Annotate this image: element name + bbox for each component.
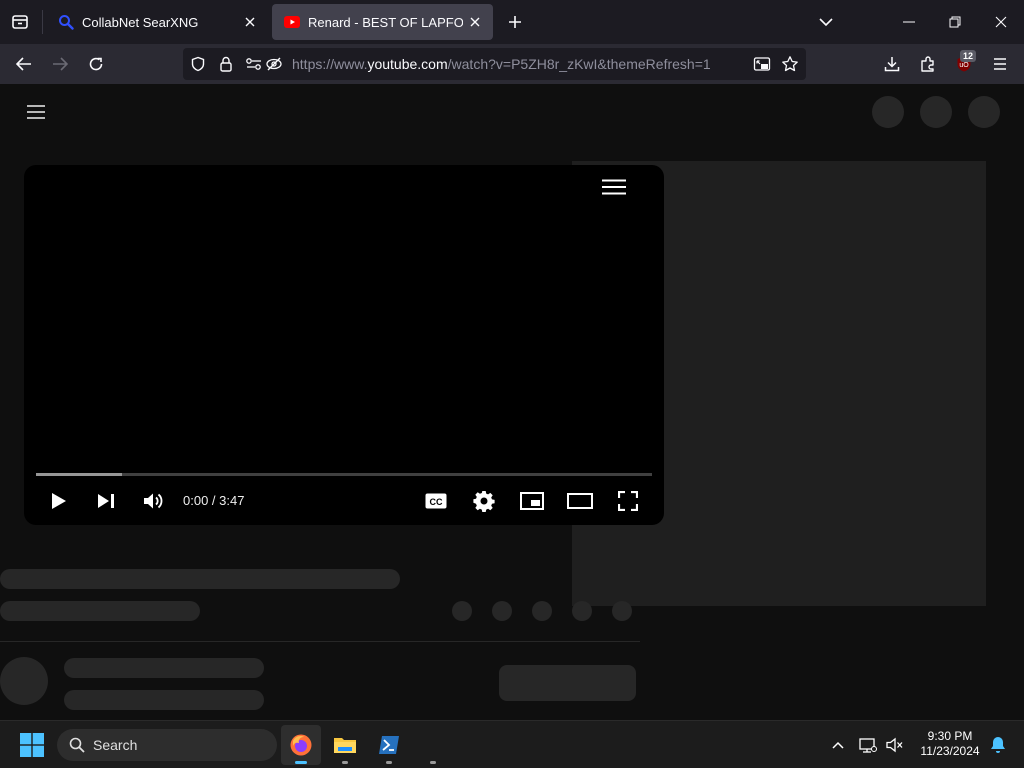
- browser-tab-strip: CollabNet SearXNG Renard - BEST OF LAPFO…: [0, 0, 1024, 44]
- channel-name-skeleton: [64, 658, 264, 678]
- volume-muted-icon[interactable]: [877, 725, 913, 765]
- url-bar[interactable]: https://www.youtube.com/watch?v=P5ZH8r_z…: [183, 48, 806, 80]
- header-skeleton-button: [872, 96, 904, 128]
- extension-badge: 12: [960, 50, 976, 62]
- close-tab-icon[interactable]: [463, 10, 487, 34]
- new-tab-button[interactable]: [499, 6, 531, 38]
- forward-button[interactable]: [44, 48, 76, 80]
- restore-button[interactable]: [932, 0, 978, 44]
- svg-text:CC: CC: [430, 497, 443, 507]
- theater-mode-button[interactable]: [562, 485, 598, 517]
- fullscreen-button[interactable]: [610, 485, 646, 517]
- taskbar-search-box[interactable]: Search: [57, 729, 277, 761]
- windows-taskbar: Search 9:30 PM 11/23/2024: [0, 720, 1024, 768]
- lock-icon[interactable]: [216, 54, 236, 74]
- subscribe-skeleton: [499, 665, 636, 701]
- downloads-icon[interactable]: [876, 48, 908, 80]
- windows-start-icon[interactable]: [12, 725, 52, 765]
- youtube-icon: [284, 14, 300, 30]
- running-indicator: [430, 761, 436, 764]
- list-all-tabs-icon[interactable]: [810, 6, 842, 38]
- notification-bell-icon[interactable]: [984, 725, 1012, 765]
- minimize-button[interactable]: [886, 0, 932, 44]
- divider: [0, 641, 640, 642]
- firefox-taskbar-icon[interactable]: [281, 725, 321, 765]
- captions-button[interactable]: CC: [418, 485, 454, 517]
- tab-title: Renard - BEST OF LAPFOX VOL: [308, 14, 463, 30]
- tracking-blocked-icon[interactable]: [264, 54, 284, 74]
- file-explorer-icon[interactable]: [325, 725, 365, 765]
- clock-time: 9:30 PM: [927, 729, 973, 743]
- search-icon: [58, 14, 74, 30]
- miniplayer-button[interactable]: [514, 485, 550, 517]
- shield-icon[interactable]: [188, 54, 208, 74]
- taskbar-app-icon[interactable]: [413, 725, 453, 765]
- header-skeleton-button: [920, 96, 952, 128]
- next-button[interactable]: [88, 485, 124, 517]
- permissions-icon[interactable]: [244, 54, 264, 74]
- svg-text:uO: uO: [959, 62, 969, 69]
- close-tab-icon[interactable]: [238, 10, 262, 34]
- url-prefix: https://www.: [292, 56, 368, 72]
- guide-menu-icon[interactable]: [20, 100, 52, 124]
- volume-button[interactable]: [135, 485, 171, 517]
- tab-title: CollabNet SearXNG: [82, 14, 199, 30]
- clock-date: 11/23/2024: [920, 744, 980, 758]
- url-text[interactable]: https://www.youtube.com/watch?v=P5ZH8r_z…: [292, 56, 711, 72]
- action-skeleton: [492, 601, 512, 621]
- subtitle-skeleton: [0, 601, 200, 621]
- title-skeleton: [0, 569, 400, 589]
- search-icon: [69, 737, 85, 753]
- play-button[interactable]: [41, 485, 77, 517]
- action-skeleton: [612, 601, 632, 621]
- running-indicator: [386, 761, 392, 764]
- back-button[interactable]: [8, 48, 40, 80]
- settings-gear-icon[interactable]: [466, 485, 502, 517]
- search-label: Search: [93, 737, 138, 753]
- action-skeleton: [572, 601, 592, 621]
- firefox-view-icon[interactable]: [4, 6, 36, 38]
- system-clock[interactable]: 9:30 PM 11/23/2024: [914, 729, 986, 759]
- tab-youtube[interactable]: Renard - BEST OF LAPFOX VOL: [272, 4, 493, 40]
- tab-separator: [42, 10, 43, 34]
- bookmark-star-icon[interactable]: [780, 54, 800, 74]
- reload-button[interactable]: [80, 48, 112, 80]
- powershell-icon[interactable]: [369, 725, 409, 765]
- navigation-toolbar: https://www.youtube.com/watch?v=P5ZH8r_z…: [0, 44, 1024, 84]
- tab-searxng[interactable]: CollabNet SearXNG: [46, 4, 268, 40]
- player-menu-icon[interactable]: [596, 175, 632, 199]
- header-skeleton-avatar: [968, 96, 1000, 128]
- app-menu-icon[interactable]: [984, 48, 1016, 80]
- action-skeleton: [532, 601, 552, 621]
- running-indicator: [342, 761, 348, 764]
- progress-buffer: [36, 473, 123, 476]
- url-host: youtube.com: [367, 56, 448, 72]
- channel-avatar-skeleton: [0, 657, 48, 705]
- picture-in-picture-icon[interactable]: [752, 54, 772, 74]
- url-path: /watch?v=P5ZH8r_zKwI&themeRefresh=1: [447, 56, 711, 72]
- progress-bar[interactable]: [36, 473, 652, 476]
- channel-subs-skeleton: [64, 690, 264, 710]
- running-indicator: [295, 761, 307, 764]
- extensions-icon[interactable]: [912, 48, 944, 80]
- close-window-button[interactable]: [978, 0, 1024, 44]
- time-display: 0:00 / 3:47: [183, 493, 245, 508]
- video-player[interactable]: 0:00 / 3:47 CC: [24, 165, 664, 525]
- action-skeleton: [452, 601, 472, 621]
